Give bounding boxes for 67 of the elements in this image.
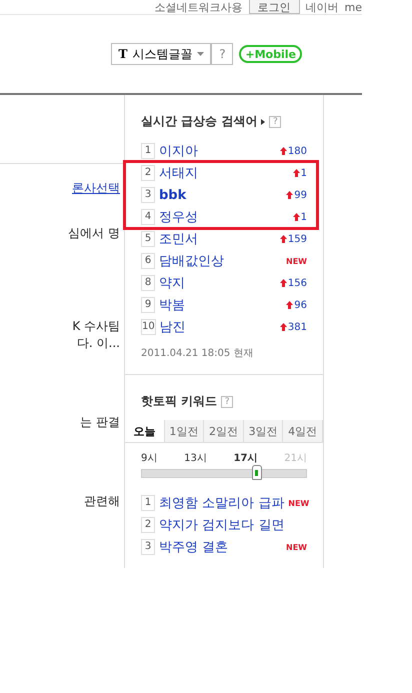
keyword-link[interactable]: 담배값인상: [159, 252, 282, 270]
rank-number: 8: [141, 275, 155, 291]
top-link[interactable]: me: [344, 2, 362, 14]
time-label[interactable]: 17시: [234, 451, 258, 465]
change-value: 180: [288, 146, 307, 156]
keyword-link[interactable]: 이지아: [159, 142, 276, 160]
rank-number: 3: [141, 539, 155, 555]
rank-number: 4: [141, 209, 155, 225]
article-snippet: 심에서 명: [68, 225, 121, 242]
change-value: 96: [294, 300, 307, 310]
time-label[interactable]: 13시: [184, 451, 207, 465]
keyword-link[interactable]: 박봄: [159, 296, 282, 314]
article-link[interactable]: 론사선택: [72, 180, 124, 197]
timestamp: 2011.04.21 18:05 현재: [141, 347, 254, 361]
article-snippet: K 수사팀 다. 이...: [72, 318, 121, 352]
rank-number: 1: [141, 495, 155, 511]
up-arrow-icon: [280, 323, 287, 331]
section-title: 실시간 급상승 검색어: [141, 113, 258, 130]
rank-number: 2: [141, 165, 155, 181]
rank-number: 5: [141, 231, 155, 247]
rank-number: 10: [141, 319, 156, 335]
up-arrow-icon: [292, 169, 300, 177]
keyword-link[interactable]: bbk: [159, 188, 282, 202]
rank-number: 6: [141, 253, 155, 269]
article-snippet: 는 판결: [80, 414, 121, 431]
keyword-link[interactable]: 서태지: [159, 164, 289, 182]
keyword-link[interactable]: 약지: [159, 274, 276, 292]
day-tab[interactable]: 1일전: [164, 420, 204, 442]
article-snippet: 관련해: [84, 493, 121, 510]
change-value: 1: [300, 168, 307, 178]
change-value: 99: [294, 190, 307, 200]
up-arrow-icon: [280, 279, 287, 287]
day-tab[interactable]: 4일전: [283, 420, 323, 442]
up-arrow-icon: [280, 147, 287, 155]
section-title: 핫토픽 키워드: [141, 393, 218, 410]
rank-number: 9: [141, 297, 155, 313]
change-value: 1: [300, 212, 307, 222]
up-arrow-icon: [280, 235, 287, 243]
caret-icon: [197, 52, 204, 56]
day-tab[interactable]: 3일전: [244, 420, 284, 442]
rank-number: 3: [141, 187, 155, 203]
help-button[interactable]: ?: [211, 43, 234, 65]
day-tab[interactable]: 2일전: [204, 420, 244, 442]
keyword-link[interactable]: 약지가 검지보다 길면: [159, 516, 307, 534]
keyword-link[interactable]: 정우성: [159, 208, 289, 226]
up-arrow-icon: [286, 301, 294, 309]
change-value: 156: [288, 278, 307, 288]
slider-thumb[interactable]: [252, 465, 262, 480]
keyword-link[interactable]: 남진: [160, 318, 276, 336]
change-value: 381: [288, 322, 307, 332]
top-link[interactable]: 네이버: [306, 2, 339, 14]
new-label: NEW: [288, 498, 310, 508]
rank-number: 2: [141, 517, 155, 533]
time-label[interactable]: 9시: [141, 451, 158, 465]
keyword-link[interactable]: 조민서: [159, 230, 276, 248]
login-button[interactable]: 로그인: [248, 0, 300, 14]
new-label: NEW: [286, 542, 307, 552]
arrow-icon: [261, 118, 266, 124]
keyword-link[interactable]: 박주영 결혼: [159, 538, 282, 556]
rank-number: 1: [141, 143, 155, 159]
keyword-link[interactable]: 최영함 소말리아 급파: [159, 494, 284, 512]
up-arrow-icon: [292, 213, 300, 221]
top-link[interactable]: 소셜네트워크사용: [154, 2, 243, 14]
new-label: NEW: [286, 256, 307, 266]
change-value: 159: [288, 234, 307, 244]
font-select[interactable]: T 시스템글꼴: [111, 43, 212, 65]
up-arrow-icon: [286, 191, 294, 199]
